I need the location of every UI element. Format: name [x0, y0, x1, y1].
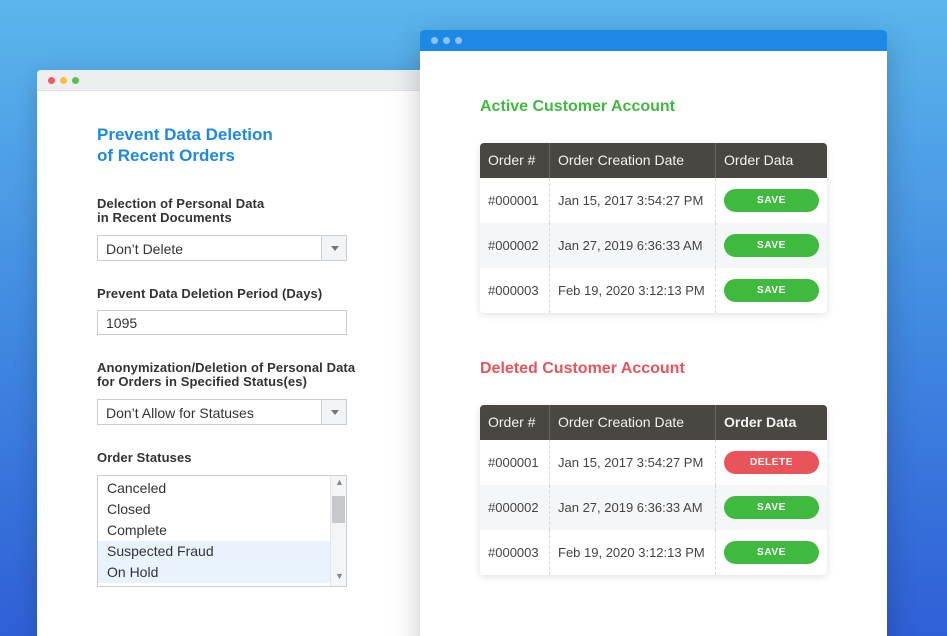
listbox-scrollbar[interactable]: ▲ ▼: [330, 476, 346, 586]
scrollbar-thumb[interactable]: [332, 496, 345, 523]
anonymization-select[interactable]: Don’t Allow for Statuses: [97, 399, 347, 425]
table-row: #000001 Jan 15, 2017 3:54:27 PM SAVE: [480, 178, 827, 223]
order-number: #000002: [480, 223, 550, 268]
header-creation-date: Order Creation Date: [550, 143, 716, 178]
order-date: Jan 27, 2019 6:36:33 AM: [550, 223, 716, 268]
chevron-down-icon[interactable]: [321, 236, 346, 260]
active-account-title: Active Customer Account: [480, 98, 675, 115]
maximize-window-icon[interactable]: [72, 77, 79, 84]
deleted-orders-table: Order # Order Creation Date Order Data #…: [480, 405, 827, 575]
settings-window-titlebar: [37, 70, 437, 91]
active-orders-table: Order # Order Creation Date Order Data #…: [480, 143, 827, 313]
save-button[interactable]: SAVE: [724, 541, 819, 564]
anonymization-label-line1: Anonymization/Deletion of Personal Data: [97, 360, 356, 375]
orders-window-titlebar: [420, 30, 887, 51]
table-row: #000002 Jan 27, 2019 6:36:33 AM SAVE: [480, 223, 827, 268]
status-option-canceled[interactable]: Canceled: [98, 478, 331, 499]
orders-window: Active Customer Account Order # Order Cr…: [420, 30, 887, 636]
status-option-closed[interactable]: Closed: [98, 499, 331, 520]
anonymization-label-line2: for Orders in Specified Status(es): [97, 374, 308, 389]
order-date: Feb 19, 2020 3:12:13 PM: [550, 268, 716, 313]
status-option-on-hold[interactable]: On Hold: [98, 562, 331, 583]
chevron-down-icon[interactable]: [321, 400, 346, 424]
table-header: Order # Order Creation Date Order Data: [480, 405, 827, 440]
close-window-icon[interactable]: [431, 37, 438, 44]
scroll-up-icon[interactable]: ▲: [335, 478, 344, 487]
table-row: #000003 Feb 19, 2020 3:12:13 PM SAVE: [480, 268, 827, 313]
table-header: Order # Order Creation Date Order Data: [480, 143, 827, 178]
table-row: #000001 Jan 15, 2017 3:54:27 PM DELETE: [480, 440, 827, 485]
header-order-number: Order #: [480, 405, 550, 440]
order-number: #000003: [480, 268, 550, 313]
order-number: #000002: [480, 485, 550, 530]
deletion-select-value: Don’t Delete: [106, 241, 184, 257]
close-window-icon[interactable]: [48, 77, 55, 84]
anonymization-select-value: Don’t Allow for Statuses: [106, 405, 254, 421]
form-title: Prevent Data Deletion of Recent Orders: [97, 124, 357, 166]
order-statuses-label: Order Statuses: [97, 450, 192, 465]
save-button[interactable]: SAVE: [724, 234, 819, 257]
order-date: Jan 15, 2017 3:54:27 PM: [550, 440, 716, 485]
header-creation-date: Order Creation Date: [550, 405, 716, 440]
header-order-data: Order Data: [724, 152, 794, 168]
delete-button[interactable]: DELETE: [724, 451, 819, 474]
save-button[interactable]: SAVE: [724, 496, 819, 519]
anonymization-label: Anonymization/Deletion of Personal Data …: [97, 361, 387, 389]
order-number: #000001: [480, 440, 550, 485]
header-order-data: Order Data: [724, 414, 797, 430]
table-row: #000002 Jan 27, 2019 6:36:33 AM SAVE: [480, 485, 827, 530]
table-row: #000003 Feb 19, 2020 3:12:13 PM SAVE: [480, 530, 827, 575]
save-button[interactable]: SAVE: [724, 279, 819, 302]
deletion-label-line1: Delection of Personal Data: [97, 196, 265, 211]
settings-window: Prevent Data Deletion of Recent Orders D…: [37, 70, 437, 636]
order-date: Jan 15, 2017 3:54:27 PM: [550, 178, 716, 223]
deletion-personal-data-select[interactable]: Don’t Delete: [97, 235, 347, 261]
order-number: #000001: [480, 178, 550, 223]
order-date: Feb 19, 2020 3:12:13 PM: [550, 530, 716, 575]
order-date: Jan 27, 2019 6:36:33 AM: [550, 485, 716, 530]
deletion-period-input[interactable]: 1095: [97, 310, 347, 335]
form-title-line1: Prevent Data Deletion: [97, 125, 273, 144]
minimize-window-icon[interactable]: [60, 77, 67, 84]
minimize-window-icon[interactable]: [443, 37, 450, 44]
header-order-number: Order #: [480, 143, 550, 178]
status-option-complete[interactable]: Complete: [98, 520, 331, 541]
maximize-window-icon[interactable]: [455, 37, 462, 44]
save-button[interactable]: SAVE: [724, 189, 819, 212]
deletion-personal-data-label: Delection of Personal Data in Recent Doc…: [97, 197, 387, 225]
deleted-account-title: Deleted Customer Account: [480, 360, 685, 377]
deletion-period-label: Prevent Data Deletion Period (Days): [97, 286, 323, 301]
status-option-suspected-fraud[interactable]: Suspected Fraud: [98, 541, 331, 562]
form-title-line2: of Recent Orders: [97, 146, 235, 165]
scroll-down-icon[interactable]: ▼: [335, 572, 344, 581]
deletion-label-line2: in Recent Documents: [97, 210, 232, 225]
order-number: #000003: [480, 530, 550, 575]
order-statuses-listbox[interactable]: Canceled Closed Complete Suspected Fraud…: [97, 475, 347, 587]
